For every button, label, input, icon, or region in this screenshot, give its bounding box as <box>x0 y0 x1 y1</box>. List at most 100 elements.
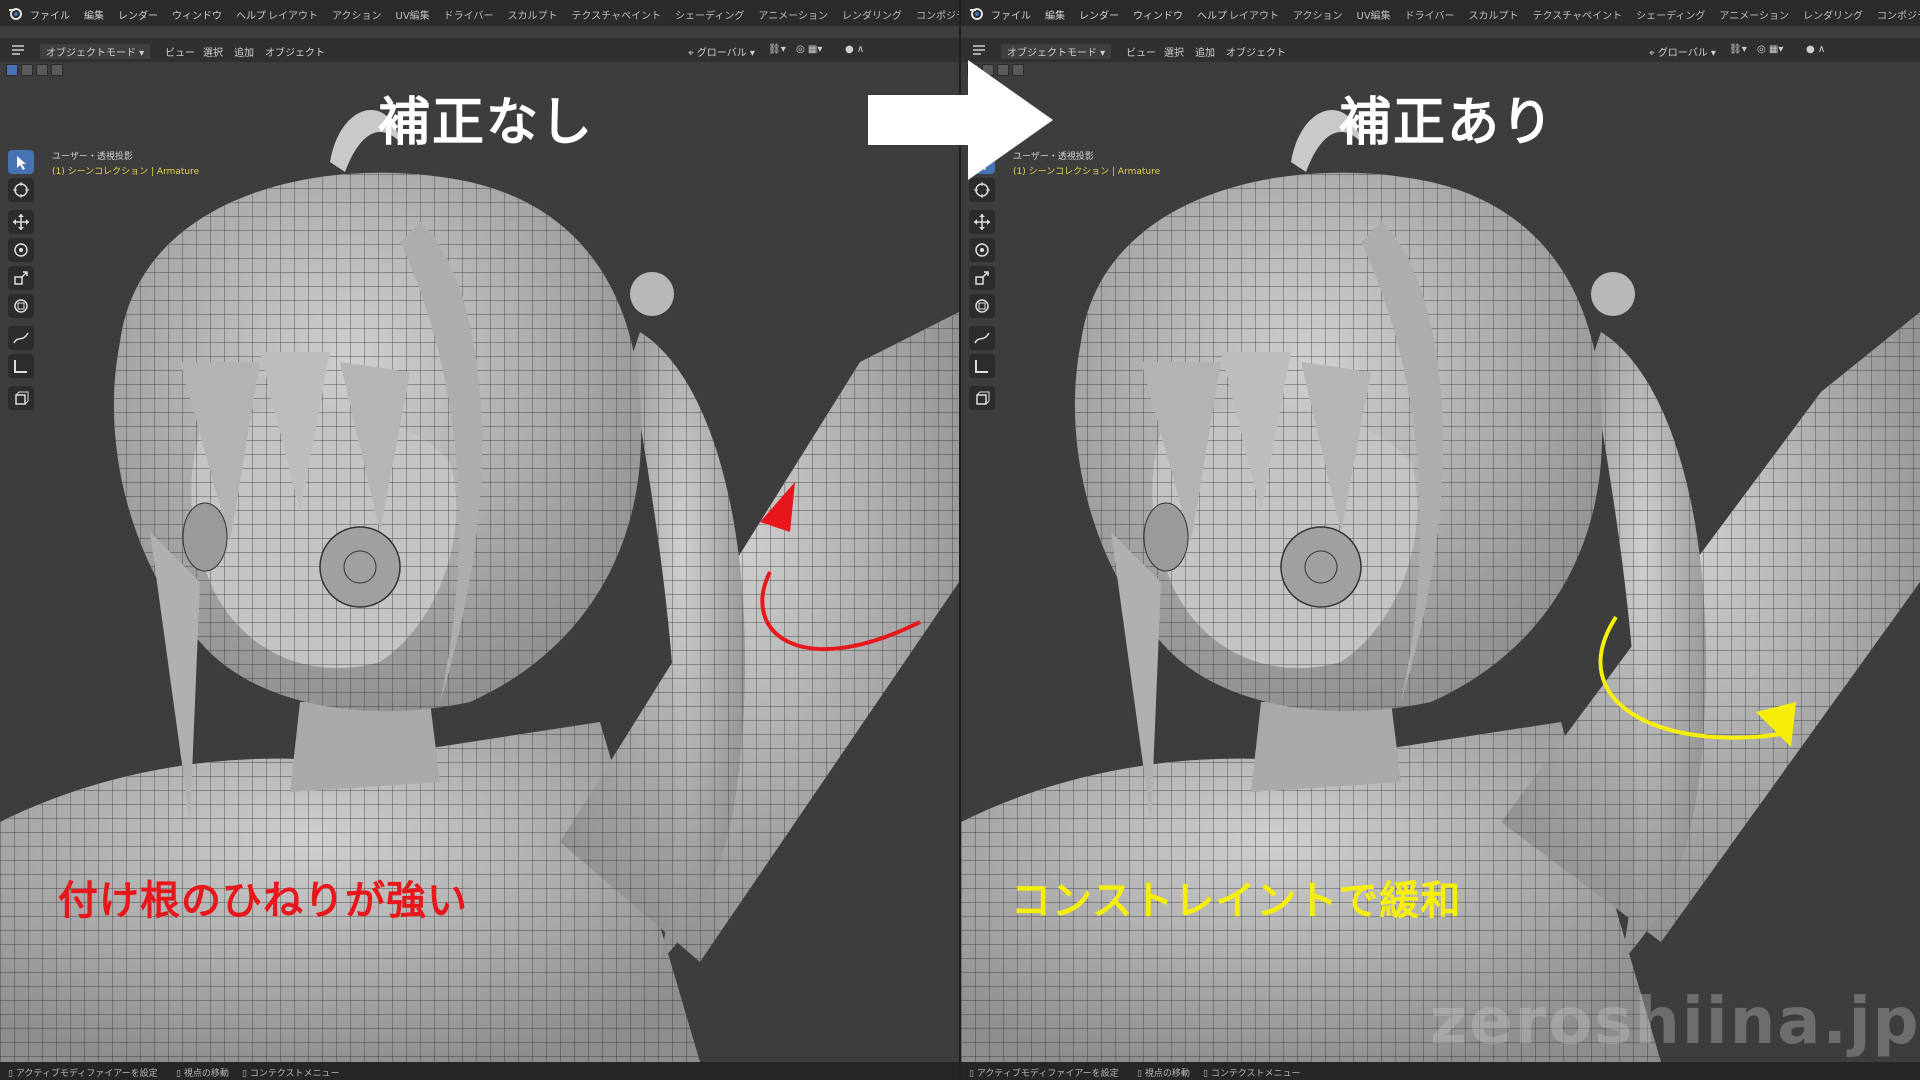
menu-select[interactable]: 選択 <box>203 44 223 59</box>
status-text-move: 視点の移動 <box>183 1069 229 1079</box>
menu-file[interactable]: ファイル <box>30 7 70 22</box>
tab-animation[interactable]: アニメーション <box>758 7 828 22</box>
mode-label: オブジェクトモード <box>1007 48 1097 59</box>
tab-sculpt[interactable]: スカルプト <box>1468 7 1518 22</box>
status-text-context: コンテクストメニュー <box>249 1069 340 1079</box>
tab-action[interactable]: アクション <box>1293 7 1343 22</box>
status-item-context: ▯ コンテクストメニュー <box>1203 1069 1301 1079</box>
cursor-tool-icon[interactable] <box>8 178 34 202</box>
menu-object[interactable]: オブジェクト <box>265 44 325 59</box>
measure-tool-icon[interactable] <box>969 354 995 378</box>
status-item-modifier: ▯ アクティブモディファイアーを設定 <box>969 1069 1119 1079</box>
tab-compositing[interactable]: コンポジティング <box>916 7 959 22</box>
status-text-context: コンテクストメニュー <box>1210 1069 1301 1079</box>
status-item-modifier: ▯ アクティブモディファイアーを設定 <box>8 1069 158 1079</box>
watermark: zeroshiina.jp <box>1430 985 1920 1059</box>
tab-driver[interactable]: ドライバー <box>1405 7 1455 22</box>
mode-dropdown[interactable]: オブジェクトモード ▾ <box>1001 44 1112 59</box>
tab-layout[interactable]: レイアウト <box>268 7 318 22</box>
blender-logo-icon[interactable] <box>8 6 22 20</box>
menu-edit[interactable]: 編集 <box>84 7 104 22</box>
transform-tool-icon[interactable] <box>8 294 34 318</box>
select-tool-icon[interactable] <box>8 150 34 174</box>
menu-select[interactable]: 選択 <box>1164 44 1184 59</box>
menu-window[interactable]: ウィンドウ <box>1133 7 1183 22</box>
menu-view[interactable]: ビュー <box>1126 44 1156 59</box>
tab-layout[interactable]: レイアウト <box>1229 7 1279 22</box>
move-tool-icon[interactable] <box>8 210 34 234</box>
top-menubar: ファイル 編集 レンダー ウィンドウ ヘルプ レイアウト アクション UV編集 … <box>0 0 959 26</box>
comparison-arrow-icon <box>868 60 1053 180</box>
menu-file[interactable]: ファイル <box>991 7 1031 22</box>
tab-animation[interactable]: アニメーション <box>1719 7 1789 22</box>
scale-tool-icon[interactable] <box>969 266 995 290</box>
menu-render[interactable]: レンダー <box>1079 7 1119 22</box>
mode-dropdown[interactable]: オブジェクトモード ▾ <box>40 44 151 59</box>
tab-texture-paint[interactable]: テクスチャペイント <box>571 7 661 22</box>
status-text-modifier: アクティブモディファイアーを設定 <box>15 1069 158 1079</box>
transform-tool-icon[interactable] <box>969 294 995 318</box>
menu-edit[interactable]: 編集 <box>1045 7 1065 22</box>
viewport-header: オブジェクトモード ▾ ビュー 選択 追加 オブジェクト ⌖ グローバル ▾ ⛓… <box>0 38 959 62</box>
tab-uv-editing[interactable]: UV編集 <box>1357 7 1391 22</box>
tab-action[interactable]: アクション <box>332 7 382 22</box>
top-menubar-right: ファイル 編集 レンダー ウィンドウ ヘルプ レイアウト アクション UV編集 … <box>961 0 1920 26</box>
rotate-tool-icon[interactable] <box>969 238 995 262</box>
menu-help[interactable]: ヘルプ <box>1197 7 1227 22</box>
transform-orientation-dropdown[interactable]: ⌖ グローバル ▾ <box>688 44 755 59</box>
add-cube-tool-icon[interactable] <box>8 386 34 410</box>
menu-object[interactable]: オブジェクト <box>1226 44 1286 59</box>
caption-left: 付け根のひねりが強い <box>58 878 468 924</box>
viewport-header-right: オブジェクトモード ▾ ビュー 選択 追加 オブジェクト ⌖ グローバル ▾ ⛓… <box>961 38 1920 62</box>
status-text-modifier: アクティブモディファイアーを設定 <box>976 1069 1119 1079</box>
cursor-tool-icon[interactable] <box>969 178 995 202</box>
scale-tool-icon[interactable] <box>8 266 34 290</box>
editor-type-icon[interactable] <box>10 43 26 57</box>
annotate-tool-icon[interactable] <box>969 326 995 350</box>
tab-shading[interactable]: シェーディング <box>675 7 744 22</box>
menu-render[interactable]: レンダー <box>118 7 158 22</box>
menu-window[interactable]: ウィンドウ <box>172 7 222 22</box>
viewport-pane-right: ファイル 編集 レンダー ウィンドウ ヘルプ レイアウト アクション UV編集 … <box>961 0 1920 1080</box>
tab-rendering[interactable]: レンダリング <box>842 7 902 22</box>
status-item-context: ▯ コンテクストメニュー <box>242 1069 340 1079</box>
perspective-label: ユーザー・透視投影 <box>52 152 133 162</box>
pivot-icon[interactable]: ⛓▾ <box>768 44 786 55</box>
mode-label: オブジェクトモード <box>46 48 136 59</box>
menu-add[interactable]: 追加 <box>1195 44 1215 59</box>
rotate-tool-icon[interactable] <box>8 238 34 262</box>
snap-icon[interactable]: ◎ ▦▾ <box>1757 44 1783 55</box>
panel-title-left: 補正なし <box>378 93 595 153</box>
panel-title-right: 補正あり <box>1339 93 1556 153</box>
proportional-edit-icon[interactable]: ● ∧ <box>1806 44 1825 55</box>
add-cube-tool-icon[interactable] <box>969 386 995 410</box>
tab-shading[interactable]: シェーディング <box>1636 7 1705 22</box>
transform-label: グローバル <box>1657 48 1708 59</box>
viewport-pane-left: ファイル 編集 レンダー ウィンドウ ヘルプ レイアウト アクション UV編集 … <box>0 0 959 1080</box>
measure-tool-icon[interactable] <box>8 354 34 378</box>
editor-type-icon[interactable] <box>971 43 987 57</box>
caption-right: コンストレイントで緩和 <box>1011 878 1462 924</box>
status-item-move: ▯ 視点の移動 <box>176 1069 229 1079</box>
transform-orientation-dropdown[interactable]: ⌖ グローバル ▾ <box>1649 44 1716 59</box>
pivot-icon[interactable]: ⛓▾ <box>1729 44 1747 55</box>
move-tool-icon[interactable] <box>969 210 995 234</box>
statusbar: ▯ アクティブモディファイアーを設定 ▯ 視点の移動 ▯ コンテクストメニュー <box>0 1062 959 1080</box>
tab-compositing[interactable]: コンポジティング <box>1877 7 1920 22</box>
tab-sculpt[interactable]: スカルプト <box>507 7 557 22</box>
annotate-tool-icon[interactable] <box>8 326 34 350</box>
status-text-move: 視点の移動 <box>1144 1069 1190 1079</box>
blender-logo-icon[interactable] <box>969 6 983 20</box>
collection-label: (1) シーンコレクション | Armature <box>52 167 200 177</box>
menu-help[interactable]: ヘルプ <box>236 7 266 22</box>
proportional-edit-icon[interactable]: ● ∧ <box>845 44 864 55</box>
transform-label: グローバル <box>696 48 747 59</box>
tab-texture-paint[interactable]: テクスチャペイント <box>1532 7 1622 22</box>
menu-add[interactable]: 追加 <box>234 44 254 59</box>
tab-rendering[interactable]: レンダリング <box>1803 7 1863 22</box>
tab-uv-editing[interactable]: UV編集 <box>396 7 430 22</box>
snap-icon[interactable]: ◎ ▦▾ <box>796 44 822 55</box>
menu-view[interactable]: ビュー <box>165 44 195 59</box>
status-item-move: ▯ 視点の移動 <box>1137 1069 1190 1079</box>
tab-driver[interactable]: ドライバー <box>444 7 494 22</box>
